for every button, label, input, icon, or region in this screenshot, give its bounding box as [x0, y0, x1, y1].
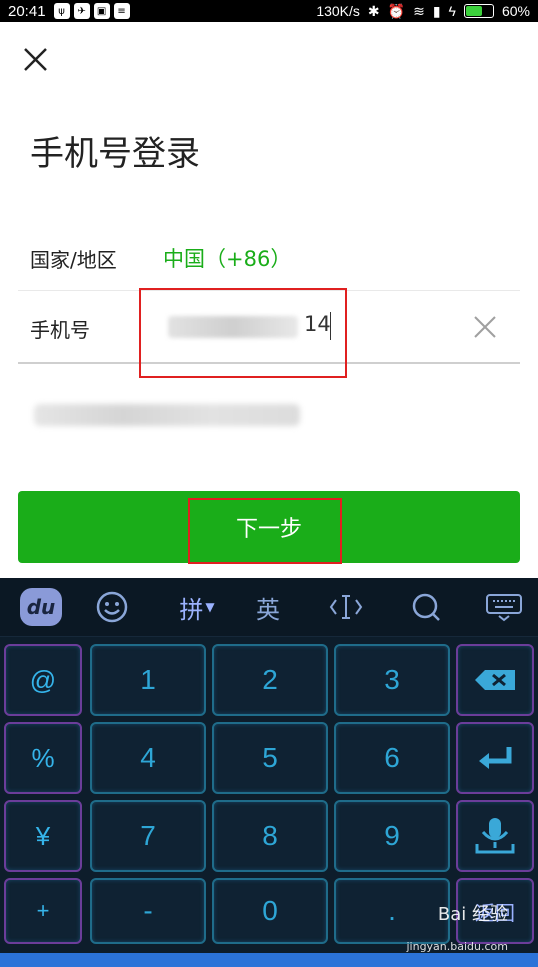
signal-icon: ▮ [432, 2, 441, 19]
key-8[interactable]: 8 [212, 800, 328, 872]
key-5[interactable]: 5 [212, 722, 328, 794]
key-9[interactable]: 9 [334, 800, 450, 872]
network-speed: 130K/s [316, 3, 360, 19]
key-3[interactable]: 3 [334, 644, 450, 716]
key-plus[interactable]: + [4, 878, 82, 944]
system-navigation-bar[interactable] [0, 953, 538, 967]
alarm-off-icon: ⏰ [387, 2, 406, 19]
clear-input-button[interactable] [472, 314, 498, 340]
region-selector[interactable]: 中国（+86） [163, 243, 291, 273]
enter-icon [479, 747, 512, 769]
key-at[interactable]: @ [4, 644, 82, 716]
close-icon [24, 48, 47, 71]
baidu-ime-logo-icon[interactable]: du [20, 588, 62, 626]
cursor-move-icon[interactable] [326, 588, 366, 626]
android-icon: ▣ [93, 3, 110, 19]
status-time: 20:41 [8, 2, 46, 20]
key-4[interactable]: 4 [90, 722, 206, 794]
annotation-box-next [188, 498, 342, 564]
phone-label: 手机号 [30, 318, 90, 342]
close-button[interactable] [20, 44, 52, 76]
voice-input-key[interactable] [456, 800, 534, 872]
charging-icon: ϟ [448, 3, 456, 19]
key-1[interactable]: 1 [90, 644, 206, 716]
key-minus[interactable]: - [90, 878, 206, 944]
keyboard-hide-icon[interactable] [482, 588, 526, 626]
key-2[interactable]: 2 [212, 644, 328, 716]
emoji-icon[interactable] [92, 588, 132, 626]
hint-text-blurred [34, 404, 300, 426]
message-icon: ≡ [113, 3, 130, 19]
status-right: 130K/s ✱ ⏰ ≋ ▮ ϟ 60% [316, 0, 530, 22]
pinyin-mode-tab[interactable]: 拼 ▼ [172, 588, 222, 626]
backspace-key[interactable] [456, 644, 534, 716]
battery-icon [463, 4, 494, 18]
ime-keyboard: du 拼 ▼ 英 @ 1 2 3 % 4 5 6 ¥ 7 8 9 + - 0 .… [0, 578, 538, 953]
region-label: 国家/地区 [30, 248, 117, 272]
key-dot[interactable]: . [334, 878, 450, 944]
usb-icon: ψ [53, 3, 70, 19]
search-icon[interactable] [406, 588, 446, 626]
key-6[interactable]: 6 [334, 722, 450, 794]
keyboard-toolbar: du 拼 ▼ 英 [0, 578, 538, 637]
bird-app-icon: ✈ [73, 3, 90, 19]
battery-percent: 60% [501, 3, 530, 19]
clear-icon [474, 316, 496, 338]
pinyin-label: 拼 [179, 595, 204, 624]
watermark-url: jingyan.baidu.com [406, 940, 508, 953]
mic-icon [475, 818, 515, 854]
english-mode-tab[interactable]: 英 [248, 588, 288, 626]
page-title: 手机号登录 [30, 134, 200, 174]
wifi-icon: ≋ [413, 2, 425, 19]
region-row[interactable]: 国家/地区 中国（+86） [18, 228, 520, 291]
status-bar: 20:41 ψ ✈ ▣ ≡ 130K/s ✱ ⏰ ≋ ▮ ϟ 60% [0, 0, 538, 22]
dropdown-arrow-icon: ▼ [205, 600, 215, 614]
battery-fill [465, 6, 482, 16]
annotation-box-phone [139, 288, 347, 378]
baidu-jingyan-watermark: Bai 经验 [437, 904, 508, 925]
notification-icons: ψ ✈ ▣ ≡ [53, 3, 130, 19]
key-0[interactable]: 0 [212, 878, 328, 944]
key-percent[interactable]: % [4, 722, 82, 794]
backspace-icon [475, 670, 515, 690]
key-7[interactable]: 7 [90, 800, 206, 872]
key-yen[interactable]: ¥ [4, 800, 82, 872]
enter-key[interactable] [456, 722, 534, 794]
bluetooth-icon: ✱ [367, 2, 380, 19]
